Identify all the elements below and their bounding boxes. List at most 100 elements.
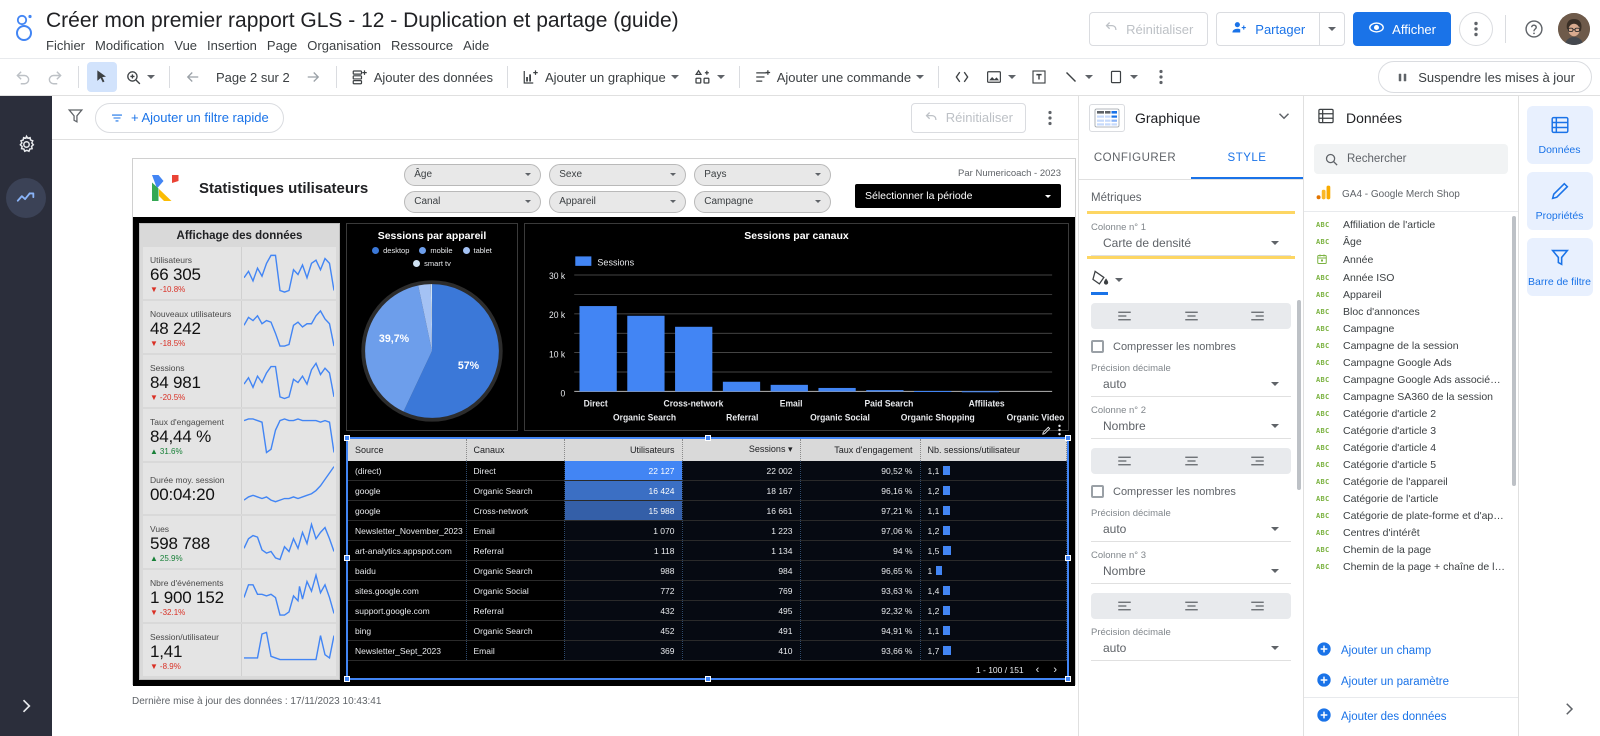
field-item[interactable]: ABC Chemin de la page xyxy=(1304,541,1518,558)
table-row[interactable]: support.google.com Referral 432 495 92,32 % 1… xyxy=(348,600,1067,622)
filterbar-more-button[interactable] xyxy=(1036,104,1064,132)
add-data-source-button[interactable]: Ajouter des données xyxy=(1304,701,1518,732)
column-2-type-select[interactable]: Nombre xyxy=(1091,417,1291,439)
align-right-button[interactable] xyxy=(1224,593,1291,619)
filter-control-pays[interactable]: Pays xyxy=(694,163,832,186)
selection-handle[interactable] xyxy=(704,676,711,682)
add-community-viz-button[interactable] xyxy=(687,62,731,92)
selection-handle[interactable] xyxy=(1065,555,1071,562)
compress-numbers-checkbox[interactable] xyxy=(1091,340,1104,353)
field-item[interactable]: ABC Catégorie d'article 4 xyxy=(1304,439,1518,456)
fill-color-button[interactable] xyxy=(1091,268,1110,295)
menu-fichier[interactable]: Fichier xyxy=(46,36,93,55)
insert-text-button[interactable] xyxy=(1024,62,1054,92)
menu-insertion[interactable]: Insertion xyxy=(207,36,265,55)
menu-aide[interactable]: Aide xyxy=(463,36,497,55)
col-canaux[interactable]: Canaux xyxy=(466,438,565,461)
align-left-button[interactable] xyxy=(1091,593,1158,619)
field-list-scrollbar[interactable] xyxy=(1512,216,1516,486)
selection-handle[interactable] xyxy=(1065,676,1071,682)
bar-chart-widget[interactable]: Sessions par canaux 30 k 20 k 10 k 0 Session… xyxy=(524,223,1069,431)
field-item[interactable]: ABC Campagne Google Ads associée à c... xyxy=(1304,371,1518,388)
table-row[interactable]: Newsletter_November_2023 Email 1 070 1 223 9… xyxy=(348,520,1067,542)
table-row[interactable]: art-analytics.appspot.com Referral 1 118 1 … xyxy=(348,540,1067,562)
previous-page-button[interactable] xyxy=(178,62,208,92)
compress-numbers-checkbox[interactable] xyxy=(1091,485,1104,498)
edit-pencil-icon[interactable] xyxy=(1041,423,1052,441)
table-row[interactable]: baidu Organic Search 988 984 96,65 % 1 xyxy=(348,560,1067,582)
rail-collapse-button[interactable] xyxy=(1560,700,1578,722)
field-item[interactable]: ABC Année ISO xyxy=(1304,269,1518,286)
selection-handle[interactable] xyxy=(344,676,350,682)
rail-button-donnees[interactable]: Données xyxy=(1526,106,1593,164)
tab-configurer[interactable]: CONFIGURER xyxy=(1079,140,1191,179)
chevron-down-icon[interactable] xyxy=(1275,107,1293,130)
field-item[interactable]: ABC Campagne xyxy=(1304,320,1518,337)
field-item[interactable]: ABC Appareil xyxy=(1304,286,1518,303)
menu-organisation[interactable]: Organisation xyxy=(307,36,389,55)
rail-button-barre-de-filtre[interactable]: Barre de filtre xyxy=(1526,238,1593,296)
column-3-precision-select[interactable]: auto xyxy=(1091,639,1291,661)
scorecard-item[interactable]: Durée moy. session 00:04:20 xyxy=(143,462,336,515)
kebab-icon[interactable] xyxy=(1058,423,1061,441)
view-button[interactable]: Afficher xyxy=(1353,12,1451,46)
field-item[interactable]: ABC Âge xyxy=(1304,233,1518,250)
column-1-precision-select[interactable]: auto xyxy=(1091,375,1291,397)
table-row[interactable]: Newsletter_Sept_2023 Email 369 410 93,66 % 1,… xyxy=(348,640,1067,662)
add-control-button[interactable]: Ajouter une commande xyxy=(748,62,930,92)
add-quick-filter-button[interactable]: + Ajouter un filtre rapide xyxy=(95,102,284,133)
field-item[interactable]: ABC Chemin de la page + chaîne de la re..… xyxy=(1304,558,1518,575)
document-title[interactable]: Créer mon premier rapport GLS - 12 - Dup… xyxy=(46,8,1089,34)
align-right-button[interactable] xyxy=(1224,448,1291,474)
selection-handle[interactable] xyxy=(344,434,350,441)
column-1-type-select[interactable]: Carte de densité xyxy=(1091,234,1291,256)
table-row[interactable]: bing Organic Search 452 491 94,91 % 1,1 xyxy=(348,620,1067,642)
field-item[interactable]: ABC Catégorie de l'appareil xyxy=(1304,473,1518,490)
tab-style[interactable]: STYLE xyxy=(1191,140,1303,179)
field-item[interactable]: ABC Campagne de la session xyxy=(1304,337,1518,354)
scorecard-item[interactable]: Taux d'engagement 84,44 % ▲ 31.6% xyxy=(143,408,336,461)
scorecard-item[interactable]: Sessions 84 981 ▼ -20.5% xyxy=(143,354,336,407)
menu-vue[interactable]: Vue xyxy=(174,36,205,55)
next-page-button[interactable] xyxy=(298,62,328,92)
col-taux-engagement[interactable]: Taux d'engagement xyxy=(800,438,921,461)
pause-updates-button[interactable]: Suspendre les mises à jour xyxy=(1378,61,1592,93)
table-row[interactable]: sites.google.com Organic Social 772 769 93,6… xyxy=(348,580,1067,602)
filter-control-campagne[interactable]: Campagne xyxy=(694,190,832,213)
redo-button[interactable] xyxy=(40,62,70,92)
align-left-button[interactable] xyxy=(1091,448,1158,474)
field-list[interactable]: ABC Affiliation de l'article ABC Âge Année AB… xyxy=(1304,212,1518,635)
insert-image-button[interactable] xyxy=(979,62,1022,92)
menu-modification[interactable]: Modification xyxy=(95,36,172,55)
add-parameter-button[interactable]: Ajouter un paramètre xyxy=(1304,666,1518,697)
rail-button-proprietes[interactable]: Propriétés xyxy=(1526,172,1593,230)
field-search-input[interactable]: Rechercher xyxy=(1314,144,1508,174)
chevron-down-icon[interactable] xyxy=(1115,278,1123,282)
align-center-button[interactable] xyxy=(1158,303,1225,329)
prev-page-icon[interactable]: ‹ xyxy=(1034,664,1042,676)
selection-handle[interactable] xyxy=(344,555,350,562)
table-row[interactable]: google Cross-network 15 988 16 661 97,21 % 1,… xyxy=(348,500,1067,522)
field-item[interactable]: ABC Centres d'intérêt xyxy=(1304,524,1518,541)
field-item[interactable]: ABC Catégorie de plate-forme et d'apparei… xyxy=(1304,507,1518,524)
chart-type-thumbnail[interactable] xyxy=(1089,104,1125,132)
add-data-button[interactable]: Ajouter des données xyxy=(345,62,499,92)
col-source[interactable]: Source xyxy=(348,438,467,461)
field-item[interactable]: ABC Bloc d'annonces xyxy=(1304,303,1518,320)
table-row[interactable]: (direct) Direct 22 127 22 002 90,52 % 1,1 xyxy=(348,460,1067,482)
selection-handle[interactable] xyxy=(704,434,711,441)
col-utilisateurs[interactable]: Utilisateurs xyxy=(564,438,683,461)
field-item[interactable]: ABC Catégorie d'article 2 xyxy=(1304,405,1518,422)
rail-explore-button[interactable] xyxy=(6,178,46,218)
col-sessions[interactable]: Sessions ▾ xyxy=(682,438,801,461)
field-item[interactable]: Année xyxy=(1304,250,1518,269)
field-item[interactable]: ABC Catégorie de l'article xyxy=(1304,490,1518,507)
data-table-widget[interactable]: Source Canaux Utilisateurs Sessions ▾ Ta… xyxy=(344,424,1071,682)
filter-control-sexe[interactable]: Sexe xyxy=(549,163,687,186)
field-item[interactable]: ABC Campagne SA360 de la session xyxy=(1304,388,1518,405)
add-chart-button[interactable]: Ajouter un graphique xyxy=(516,62,685,92)
more-options-button[interactable] xyxy=(1459,12,1493,46)
report-canvas[interactable]: Statistiques utilisateurs Âge Sexe Pays … xyxy=(52,140,1078,736)
menu-ressource[interactable]: Ressource xyxy=(391,36,461,55)
column-3-type-select[interactable]: Nombre xyxy=(1091,562,1291,584)
